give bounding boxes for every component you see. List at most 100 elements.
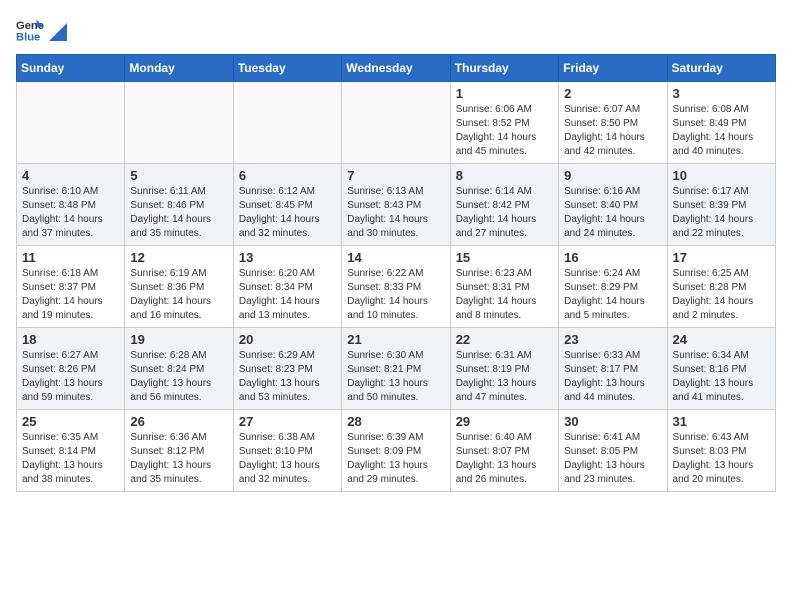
calendar-day-cell: 18 Sunrise: 6:27 AM Sunset: 8:26 PM Dayli… — [17, 328, 125, 410]
calendar-day-cell: 1 Sunrise: 6:06 AM Sunset: 8:52 PM Daylig… — [450, 82, 558, 164]
day-of-week-header: Friday — [559, 55, 667, 82]
day-number: 8 — [456, 168, 553, 183]
day-of-week-header: Wednesday — [342, 55, 450, 82]
logo-icon: General Blue — [16, 16, 44, 44]
calendar-day-cell: 8 Sunrise: 6:14 AM Sunset: 8:42 PM Daylig… — [450, 164, 558, 246]
day-number: 16 — [564, 250, 661, 265]
day-number: 20 — [239, 332, 336, 347]
calendar-week-row: 18 Sunrise: 6:27 AM Sunset: 8:26 PM Dayli… — [17, 328, 776, 410]
day-info: Sunrise: 6:14 AM Sunset: 8:42 PM Dayligh… — [456, 185, 553, 241]
day-info: Sunrise: 6:19 AM Sunset: 8:36 PM Dayligh… — [130, 267, 227, 323]
page-header: General Blue — [16, 16, 776, 44]
day-info: Sunrise: 6:40 AM Sunset: 8:07 PM Dayligh… — [456, 431, 553, 487]
day-number: 28 — [347, 414, 444, 429]
day-number: 3 — [673, 86, 770, 101]
day-of-week-header: Saturday — [667, 55, 775, 82]
calendar-day-cell — [17, 82, 125, 164]
day-number: 7 — [347, 168, 444, 183]
calendar-day-cell: 6 Sunrise: 6:12 AM Sunset: 8:45 PM Daylig… — [233, 164, 341, 246]
day-number: 23 — [564, 332, 661, 347]
day-number: 6 — [239, 168, 336, 183]
day-number: 18 — [22, 332, 119, 347]
day-number: 24 — [673, 332, 770, 347]
calendar-day-cell: 16 Sunrise: 6:24 AM Sunset: 8:29 PM Dayli… — [559, 246, 667, 328]
calendar-day-cell: 4 Sunrise: 6:10 AM Sunset: 8:48 PM Daylig… — [17, 164, 125, 246]
logo: General Blue — [16, 16, 68, 44]
day-info: Sunrise: 6:34 AM Sunset: 8:16 PM Dayligh… — [673, 349, 770, 405]
day-info: Sunrise: 6:23 AM Sunset: 8:31 PM Dayligh… — [456, 267, 553, 323]
day-number: 14 — [347, 250, 444, 265]
day-info: Sunrise: 6:41 AM Sunset: 8:05 PM Dayligh… — [564, 431, 661, 487]
calendar-day-cell: 15 Sunrise: 6:23 AM Sunset: 8:31 PM Dayli… — [450, 246, 558, 328]
calendar-day-cell: 20Sunrise: 6:29 AM Sunset: 8:23 PM Dayli… — [233, 328, 341, 410]
day-info: Sunrise: 6:24 AM Sunset: 8:29 PM Dayligh… — [564, 267, 661, 323]
day-info: Sunrise: 6:31 AM Sunset: 8:19 PM Dayligh… — [456, 349, 553, 405]
calendar-day-cell: 23 Sunrise: 6:33 AM Sunset: 8:17 PM Dayli… — [559, 328, 667, 410]
day-info: Sunrise: 6:08 AM Sunset: 8:49 PM Dayligh… — [673, 103, 770, 159]
calendar-day-cell: 12 Sunrise: 6:19 AM Sunset: 8:36 PM Dayli… — [125, 246, 233, 328]
day-info: Sunrise: 6:16 AM Sunset: 8:40 PM Dayligh… — [564, 185, 661, 241]
day-info: Sunrise: 6:22 AM Sunset: 8:33 PM Dayligh… — [347, 267, 444, 323]
day-info: Sunrise: 6:28 AM Sunset: 8:24 PM Dayligh… — [130, 349, 227, 405]
day-number: 12 — [130, 250, 227, 265]
day-info: Sunrise: 6:25 AM Sunset: 8:28 PM Dayligh… — [673, 267, 770, 323]
calendar-day-cell: 14 Sunrise: 6:22 AM Sunset: 8:33 PM Dayli… — [342, 246, 450, 328]
day-info: Sunrise: 6:06 AM Sunset: 8:52 PM Dayligh… — [456, 103, 553, 159]
calendar-day-cell: 29 Sunrise: 6:40 AM Sunset: 8:07 PM Dayli… — [450, 410, 558, 492]
day-number: 29 — [456, 414, 553, 429]
calendar-day-cell: 10 Sunrise: 6:17 AM Sunset: 8:39 PM Dayli… — [667, 164, 775, 246]
calendar-day-cell: 9Sunrise: 6:16 AM Sunset: 8:40 PM Daylig… — [559, 164, 667, 246]
day-info: Sunrise: 6:11 AM Sunset: 8:46 PM Dayligh… — [130, 185, 227, 241]
calendar-day-cell: 13 Sunrise: 6:20 AM Sunset: 8:34 PM Dayli… — [233, 246, 341, 328]
calendar-week-row: 25 Sunrise: 6:35 AM Sunset: 8:14 PM Dayli… — [17, 410, 776, 492]
calendar-day-cell: 19 Sunrise: 6:28 AM Sunset: 8:24 PM Dayli… — [125, 328, 233, 410]
day-number: 22 — [456, 332, 553, 347]
day-info: Sunrise: 6:35 AM Sunset: 8:14 PM Dayligh… — [22, 431, 119, 487]
day-number: 25 — [22, 414, 119, 429]
day-info: Sunrise: 6:10 AM Sunset: 8:48 PM Dayligh… — [22, 185, 119, 241]
day-info: Sunrise: 6:27 AM Sunset: 8:26 PM Dayligh… — [22, 349, 119, 405]
calendar-day-cell: 31Sunrise: 6:43 AM Sunset: 8:03 PM Dayli… — [667, 410, 775, 492]
day-number: 11 — [22, 250, 119, 265]
calendar-day-cell: 28Sunrise: 6:39 AM Sunset: 8:09 PM Dayli… — [342, 410, 450, 492]
day-info: Sunrise: 6:12 AM Sunset: 8:45 PM Dayligh… — [239, 185, 336, 241]
day-number: 4 — [22, 168, 119, 183]
calendar-day-cell: 7 Sunrise: 6:13 AM Sunset: 8:43 PM Daylig… — [342, 164, 450, 246]
day-info: Sunrise: 6:30 AM Sunset: 8:21 PM Dayligh… — [347, 349, 444, 405]
day-info: Sunrise: 6:33 AM Sunset: 8:17 PM Dayligh… — [564, 349, 661, 405]
day-number: 5 — [130, 168, 227, 183]
calendar-day-cell: 30 Sunrise: 6:41 AM Sunset: 8:05 PM Dayli… — [559, 410, 667, 492]
day-info: Sunrise: 6:36 AM Sunset: 8:12 PM Dayligh… — [130, 431, 227, 487]
day-info: Sunrise: 6:43 AM Sunset: 8:03 PM Dayligh… — [673, 431, 770, 487]
calendar-header-row: SundayMondayTuesdayWednesdayThursdayFrid… — [17, 55, 776, 82]
logo-triangle-icon — [49, 23, 67, 41]
day-number: 15 — [456, 250, 553, 265]
calendar-day-cell: 17 Sunrise: 6:25 AM Sunset: 8:28 PM Dayli… — [667, 246, 775, 328]
calendar-week-row: 11 Sunrise: 6:18 AM Sunset: 8:37 PM Dayli… — [17, 246, 776, 328]
calendar-day-cell: 26 Sunrise: 6:36 AM Sunset: 8:12 PM Dayli… — [125, 410, 233, 492]
day-info: Sunrise: 6:18 AM Sunset: 8:37 PM Dayligh… — [22, 267, 119, 323]
day-number: 13 — [239, 250, 336, 265]
day-number: 2 — [564, 86, 661, 101]
day-info: Sunrise: 6:38 AM Sunset: 8:10 PM Dayligh… — [239, 431, 336, 487]
calendar-day-cell: 5 Sunrise: 6:11 AM Sunset: 8:46 PM Daylig… — [125, 164, 233, 246]
day-info: Sunrise: 6:13 AM Sunset: 8:43 PM Dayligh… — [347, 185, 444, 241]
day-number: 30 — [564, 414, 661, 429]
calendar-day-cell: 25 Sunrise: 6:35 AM Sunset: 8:14 PM Dayli… — [17, 410, 125, 492]
day-info: Sunrise: 6:20 AM Sunset: 8:34 PM Dayligh… — [239, 267, 336, 323]
day-number: 17 — [673, 250, 770, 265]
day-number: 1 — [456, 86, 553, 101]
day-number: 10 — [673, 168, 770, 183]
day-of-week-header: Monday — [125, 55, 233, 82]
day-info: Sunrise: 6:17 AM Sunset: 8:39 PM Dayligh… — [673, 185, 770, 241]
calendar-day-cell: 24 Sunrise: 6:34 AM Sunset: 8:16 PM Dayli… — [667, 328, 775, 410]
day-number: 19 — [130, 332, 227, 347]
calendar-day-cell — [233, 82, 341, 164]
day-info: Sunrise: 6:07 AM Sunset: 8:50 PM Dayligh… — [564, 103, 661, 159]
svg-text:Blue: Blue — [16, 31, 40, 43]
day-number: 27 — [239, 414, 336, 429]
day-number: 26 — [130, 414, 227, 429]
calendar-day-cell: 2 Sunrise: 6:07 AM Sunset: 8:50 PM Daylig… — [559, 82, 667, 164]
calendar-day-cell: 22 Sunrise: 6:31 AM Sunset: 8:19 PM Dayli… — [450, 328, 558, 410]
calendar-day-cell — [342, 82, 450, 164]
